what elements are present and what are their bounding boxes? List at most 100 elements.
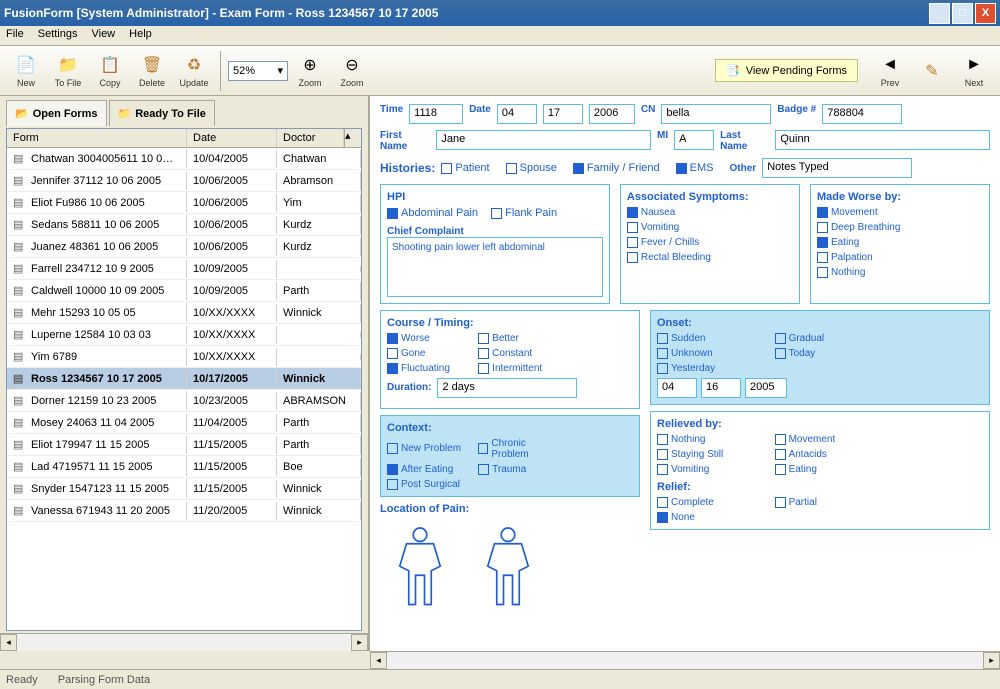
tofile-button[interactable]: 📁To File	[48, 49, 88, 93]
date-year-input[interactable]: 2006	[589, 104, 635, 124]
hpi-abdominal[interactable]: Abdominal Pain	[387, 207, 478, 219]
checkbox-palpation[interactable]: Palpation	[817, 252, 983, 263]
checkbox-partial[interactable]: Partial	[775, 497, 883, 508]
next-button[interactable]: ►Next	[954, 49, 994, 93]
checkbox-intermittent[interactable]: Intermittent	[478, 363, 559, 374]
checkbox-deep-breathing[interactable]: Deep Breathing	[817, 222, 983, 233]
table-row[interactable]: ▤Snyder 1547123 11 15 200511/15/2005Winn…	[7, 478, 361, 500]
checkbox-nothing[interactable]: Nothing	[817, 267, 983, 278]
h-scrollbar[interactable]: ◂ ▸	[0, 633, 368, 651]
table-row[interactable]: ▤Chatwan 3004005611 10 0…10/04/2005Chatw…	[7, 148, 361, 170]
table-row[interactable]: ▤Juanez 48361 10 06 200510/06/2005Kurdz	[7, 236, 361, 258]
history-ems[interactable]: EMS	[676, 162, 714, 174]
close-button[interactable]: X	[975, 3, 996, 24]
checkbox-nothing[interactable]: Nothing	[657, 434, 765, 445]
history-other-input[interactable]: Notes Typed	[762, 158, 912, 178]
lastname-input[interactable]: Quinn	[775, 130, 990, 150]
table-row[interactable]: ▤Eliot 179947 11 15 200511/15/2005Parth	[7, 434, 361, 456]
col-form[interactable]: Form	[7, 129, 187, 147]
table-row[interactable]: ▤Ross 1234567 10 17 200510/17/2005Winnic…	[7, 368, 361, 390]
firstname-input[interactable]: Jane	[436, 130, 651, 150]
checkbox-antacids[interactable]: Antacids	[775, 449, 883, 460]
checkbox-complete[interactable]: Complete	[657, 497, 765, 508]
checkbox-worse[interactable]: Worse	[387, 333, 468, 344]
onset-year[interactable]: 2005	[745, 378, 787, 398]
form-pane[interactable]: Time 1118 Date 04 17 2006 CN bella Badge…	[370, 96, 1000, 651]
checkbox-trauma[interactable]: Trauma	[478, 464, 559, 475]
checkbox-movement[interactable]: Movement	[775, 434, 883, 445]
scroll-right-arrow[interactable]: ▸	[351, 634, 368, 651]
checkbox-today[interactable]: Today	[775, 348, 883, 359]
tab-ready-to-file[interactable]: 📁Ready To File	[109, 100, 215, 126]
checkbox-sudden[interactable]: Sudden	[657, 333, 765, 344]
checkbox-new-problem[interactable]: New Problem	[387, 438, 468, 460]
checkbox-after-eating[interactable]: After Eating	[387, 464, 468, 475]
cn-input[interactable]: bella	[661, 104, 771, 124]
checkbox-fluctuating[interactable]: Fluctuating	[387, 363, 468, 374]
table-row[interactable]: ▤Mosey 24063 11 04 200511/04/2005Parth	[7, 412, 361, 434]
view-pending-button[interactable]: 📑View Pending Forms	[715, 59, 858, 82]
checkbox-gradual[interactable]: Gradual	[775, 333, 883, 344]
checkbox-yesterday[interactable]: Yesterday	[657, 363, 765, 374]
scroll-track[interactable]	[17, 634, 351, 651]
prev-button[interactable]: ◄Prev	[870, 49, 910, 93]
right-h-scrollbar[interactable]: ◂ ▸	[370, 651, 1000, 669]
menu-help[interactable]: Help	[129, 28, 152, 43]
onset-month[interactable]: 04	[657, 378, 697, 398]
date-day-input[interactable]: 17	[543, 104, 583, 124]
table-row[interactable]: ▤Eliot Fu986 10 06 200510/06/2005Yim	[7, 192, 361, 214]
checkbox-nausea[interactable]: Nausea	[627, 207, 793, 218]
checkbox-vomiting[interactable]: Vomiting	[627, 222, 793, 233]
checkbox-gone[interactable]: Gone	[387, 348, 468, 359]
tab-open-forms[interactable]: 📂Open Forms	[6, 100, 107, 126]
history-patient[interactable]: Patient	[441, 162, 489, 174]
badge-input[interactable]: 788804	[822, 104, 902, 124]
checkbox-constant[interactable]: Constant	[478, 348, 559, 359]
menu-settings[interactable]: Settings	[38, 28, 78, 43]
checkbox-rectal-bleeding[interactable]: Rectal Bleeding	[627, 252, 793, 263]
time-input[interactable]: 1118	[409, 104, 463, 124]
table-row[interactable]: ▤Farrell 234712 10 9 200510/09/2005	[7, 258, 361, 280]
table-row[interactable]: ▤Mehr 15293 10 05 0510/XX/XXXXWinnick	[7, 302, 361, 324]
table-row[interactable]: ▤Yim 678910/XX/XXXX	[7, 346, 361, 368]
mi-input[interactable]: A	[674, 130, 714, 150]
minimize-button[interactable]: _	[929, 3, 950, 24]
chief-complaint-input[interactable]: Shooting pain lower left abdominal	[387, 237, 603, 297]
checkbox-movement[interactable]: Movement	[817, 207, 983, 218]
onset-day[interactable]: 16	[701, 378, 741, 398]
delete-button[interactable]: 🗑Delete	[132, 49, 172, 93]
date-month-input[interactable]: 04	[497, 104, 537, 124]
history-family[interactable]: Family / Friend	[573, 162, 660, 174]
scroll-left-arrow[interactable]: ◂	[0, 634, 17, 651]
table-row[interactable]: ▤Sedans 58811 10 06 200510/06/2005Kurdz	[7, 214, 361, 236]
col-date[interactable]: Date	[187, 129, 277, 147]
checkbox-staying-still[interactable]: Staying Still	[657, 449, 765, 460]
edit-button[interactable]: ✎	[912, 49, 952, 93]
table-row[interactable]: ▤Caldwell 10000 10 09 200510/09/2005Part…	[7, 280, 361, 302]
menu-file[interactable]: File	[6, 28, 24, 43]
maximize-button[interactable]: □	[952, 3, 973, 24]
table-row[interactable]: ▤Jennifer 37112 10 06 200510/06/2005Abra…	[7, 170, 361, 192]
zoom-out-button[interactable]: ⊖Zoom	[332, 49, 372, 93]
zoom-select[interactable]: 52%▾	[228, 61, 288, 81]
checkbox-unknown[interactable]: Unknown	[657, 348, 765, 359]
scroll-track[interactable]	[387, 652, 983, 669]
checkbox-none[interactable]: None	[657, 512, 765, 523]
duration-input[interactable]: 2 days	[437, 378, 577, 398]
menu-view[interactable]: View	[91, 28, 115, 43]
body-diagram[interactable]	[380, 519, 640, 609]
checkbox-eating[interactable]: Eating	[817, 237, 983, 248]
checkbox-fever-chills[interactable]: Fever / Chills	[627, 237, 793, 248]
scroll-left-arrow[interactable]: ◂	[370, 652, 387, 669]
table-row[interactable]: ▤Dorner 12159 10 23 200510/23/2005ABRAMS…	[7, 390, 361, 412]
zoom-in-button[interactable]: ⊕Zoom	[290, 49, 330, 93]
hpi-flank[interactable]: Flank Pain	[491, 207, 557, 219]
table-row[interactable]: ▤Lad 4719571 11 15 200511/15/2005Boe	[7, 456, 361, 478]
table-row[interactable]: ▤Luperne 12584 10 03 0310/XX/XXXX	[7, 324, 361, 346]
copy-button[interactable]: 📋Copy	[90, 49, 130, 93]
checkbox-chronic-problem[interactable]: Chronic Problem	[478, 438, 559, 460]
update-button[interactable]: ♻Update	[174, 49, 214, 93]
checkbox-vomiting[interactable]: Vomiting	[657, 464, 765, 475]
checkbox-eating[interactable]: Eating	[775, 464, 883, 475]
checkbox-post-surgical[interactable]: Post Surgical	[387, 479, 468, 490]
